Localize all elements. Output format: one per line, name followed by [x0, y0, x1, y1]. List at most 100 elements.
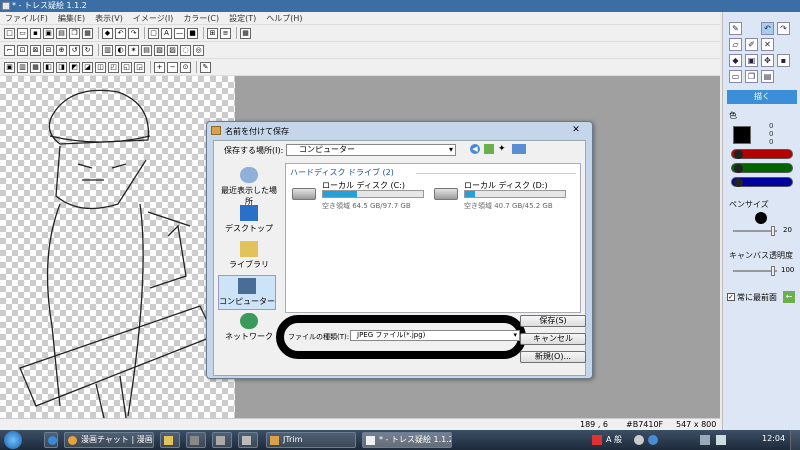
- undo-icon[interactable]: ↶: [115, 27, 126, 39]
- zoom-out-icon[interactable]: −: [167, 61, 178, 73]
- mirror-icon[interactable]: ⊟: [43, 44, 54, 56]
- color-icon-f[interactable]: ◰: [108, 61, 119, 73]
- grid-icon[interactable]: ⊞: [207, 27, 218, 39]
- folder-taskbar-icon[interactable]: [160, 432, 180, 448]
- new-button[interactable]: 新規(O)...: [520, 351, 586, 363]
- paste-icon[interactable]: ▦: [82, 27, 93, 39]
- color-icon-c[interactable]: ◩: [69, 61, 80, 73]
- nav-recent[interactable]: 最近表示した場所: [220, 167, 278, 207]
- menu-file[interactable]: ファイル(F): [0, 12, 53, 24]
- eraser-icon[interactable]: ▱: [729, 38, 742, 51]
- brush-icon[interactable]: ✐: [745, 38, 758, 51]
- file-list[interactable]: ハードディスク ドライブ (2) ローカル ディスク (C:) 空き領域 64.…: [285, 163, 581, 313]
- copy-icon[interactable]: ❐: [69, 27, 80, 39]
- start-button[interactable]: [4, 431, 22, 449]
- filetype-select[interactable]: JPEG ファイル(*.jpg) ▾: [350, 330, 520, 341]
- new-doc-icon[interactable]: □: [4, 27, 15, 39]
- redo-icon[interactable]: ↷: [128, 27, 139, 39]
- select-icon[interactable]: ▣: [745, 54, 758, 67]
- sharpen-icon[interactable]: ◎: [193, 44, 204, 56]
- nav-desktop[interactable]: デスクトップ: [220, 205, 278, 234]
- ie-taskbar-icon[interactable]: [44, 432, 58, 448]
- fill-icon[interactable]: ■: [187, 27, 198, 39]
- redo-panel-icon[interactable]: ↷: [777, 22, 790, 35]
- bars-icon[interactable]: ≡: [220, 27, 231, 39]
- network-tray-icon[interactable]: [700, 435, 710, 445]
- color-icon-d[interactable]: ◪: [82, 61, 93, 73]
- palette-icon[interactable]: ▣: [4, 61, 15, 73]
- save-as-icon[interactable]: ▣: [43, 27, 54, 39]
- zoom-fit-icon[interactable]: ⊙: [180, 61, 191, 73]
- channels-icon[interactable]: ▦: [30, 61, 41, 73]
- adjust-icon[interactable]: ▨: [167, 44, 178, 56]
- menu-help[interactable]: ヘルプ(H): [261, 12, 307, 24]
- current-color-swatch[interactable]: [733, 126, 751, 144]
- resize-icon[interactable]: ⊡: [17, 44, 28, 56]
- brightness-icon[interactable]: ✶: [128, 44, 139, 56]
- pen-icon[interactable]: ✎: [729, 22, 742, 35]
- slider-knob[interactable]: [734, 150, 743, 159]
- rotate-icon[interactable]: ⊠: [30, 44, 41, 56]
- color-icon-b[interactable]: ◨: [56, 61, 67, 73]
- text-icon[interactable]: A: [161, 27, 172, 39]
- undo-panel-icon[interactable]: ↶: [761, 22, 774, 35]
- channel-icon[interactable]: ▤: [141, 44, 152, 56]
- taskbar-item-jtrim[interactable]: JTrim: [266, 432, 356, 448]
- green-slider[interactable]: [731, 163, 793, 173]
- save-icon[interactable]: ▪: [30, 27, 41, 39]
- zoom-tool-icon[interactable]: ⊕: [56, 44, 67, 56]
- always-top-checkbox[interactable]: ✓: [727, 293, 735, 301]
- canvas-opacity-thumb[interactable]: [771, 266, 775, 276]
- color-icon-a[interactable]: ◧: [43, 61, 54, 73]
- drive-c[interactable]: ローカル ディスク (C:) 空き領域 64.5 GB/97.7 GB: [292, 178, 424, 212]
- folder-icon[interactable]: ▭: [729, 70, 742, 83]
- menu-image[interactable]: イメージ(I): [128, 12, 178, 24]
- layer-icon[interactable]: ▥: [102, 44, 113, 56]
- nav-computer[interactable]: コンピューター: [218, 275, 276, 310]
- taskbar-item-tracer[interactable]: * - トレス疑絵 1.1.2: [362, 432, 452, 448]
- menu-settings[interactable]: 設定(T): [224, 12, 261, 24]
- red-slider[interactable]: [731, 149, 793, 159]
- taskbar-item-chat[interactable]: 漫画チャット | 漫画...: [64, 432, 154, 448]
- contrast-icon[interactable]: ◐: [115, 44, 126, 56]
- menu-edit[interactable]: 編集(E): [53, 12, 90, 24]
- volume-icon[interactable]: [716, 435, 726, 445]
- rotate-left-icon[interactable]: ↺: [69, 44, 80, 56]
- show-desktop-button[interactable]: [790, 430, 800, 450]
- draw-button[interactable]: 描く: [727, 90, 797, 104]
- clear-icon[interactable]: ✕: [761, 38, 774, 51]
- pen-size-thumb[interactable]: [771, 226, 775, 236]
- up-folder-icon[interactable]: [484, 144, 494, 154]
- blur-icon[interactable]: ◌: [180, 44, 191, 56]
- tray-icon[interactable]: [634, 435, 644, 445]
- arrow-left-icon[interactable]: ←: [783, 291, 795, 303]
- drawing-canvas[interactable]: [0, 76, 235, 419]
- tool-icon[interactable]: ◆: [102, 27, 113, 39]
- blue-slider[interactable]: [731, 177, 793, 187]
- menu-view[interactable]: 表示(V): [90, 12, 128, 24]
- slider-knob[interactable]: [734, 178, 743, 187]
- color-icon-e[interactable]: ◫: [95, 61, 106, 73]
- view-menu-icon[interactable]: [512, 144, 526, 154]
- location-select[interactable]: コンピューター ▾: [286, 144, 456, 156]
- gradient-icon[interactable]: ▧: [154, 44, 165, 56]
- line-icon[interactable]: —: [174, 27, 185, 39]
- color-icon-g[interactable]: ◱: [121, 61, 132, 73]
- menu-color[interactable]: カラー(C): [178, 12, 224, 24]
- save-button[interactable]: 保存(S): [520, 315, 586, 327]
- table-icon[interactable]: ▦: [240, 27, 251, 39]
- slider-knob[interactable]: [734, 164, 743, 173]
- app3-taskbar-icon[interactable]: [238, 432, 258, 448]
- eyedropper-icon[interactable]: ✎: [200, 61, 211, 73]
- rotate-right-icon[interactable]: ↻: [82, 44, 93, 56]
- fill-panel-icon[interactable]: ◆: [729, 54, 742, 67]
- crop-icon[interactable]: ⌐: [4, 44, 15, 56]
- open-icon[interactable]: ▭: [17, 27, 28, 39]
- drive-d[interactable]: ローカル ディスク (D:) 空き領域 40.7 GB/45.2 GB: [434, 178, 566, 212]
- app2-taskbar-icon[interactable]: [212, 432, 232, 448]
- swatch-icon[interactable]: ▥: [17, 61, 28, 73]
- nav-library[interactable]: ライブラリ: [220, 241, 278, 270]
- save-panel-icon[interactable]: ▪: [777, 54, 790, 67]
- back-icon[interactable]: ◀: [470, 144, 480, 154]
- zoom-in-icon[interactable]: +: [154, 61, 165, 73]
